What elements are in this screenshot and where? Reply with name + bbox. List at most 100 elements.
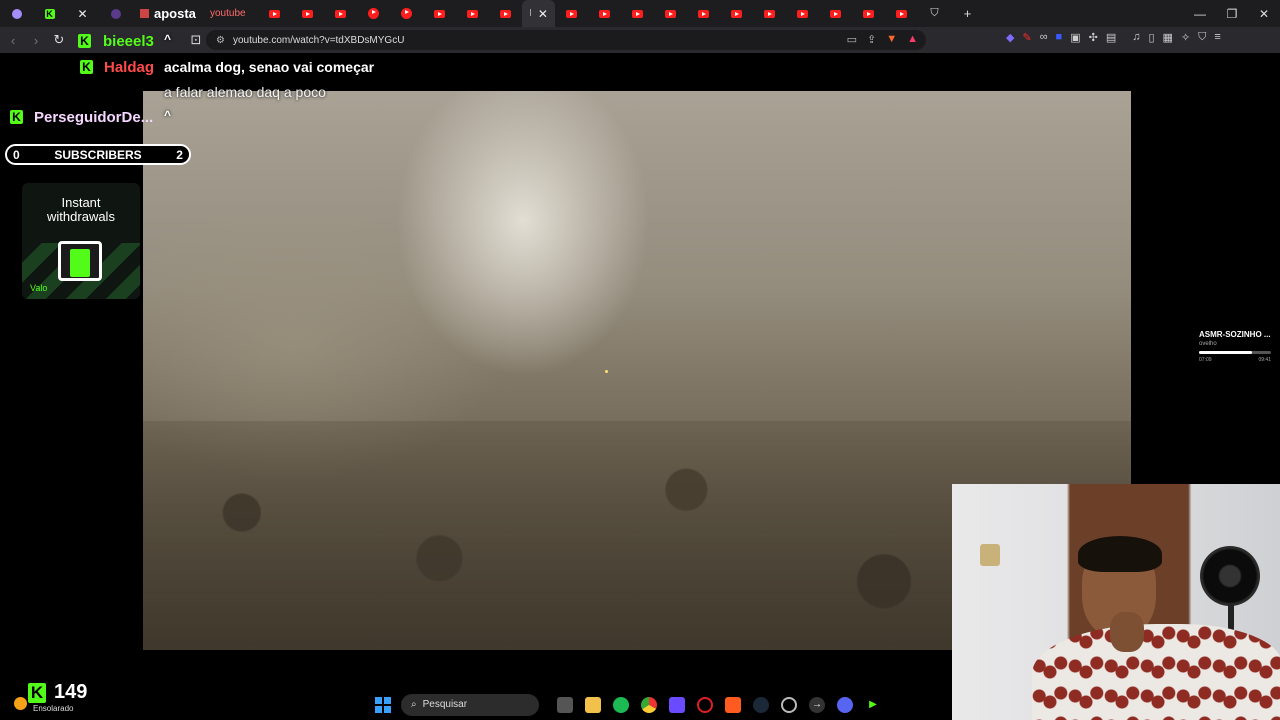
x-logo-icon: ✕ (77, 6, 88, 21)
wallet-icon[interactable]: ▦ (1163, 31, 1173, 44)
tab-youtube[interactable] (885, 0, 918, 27)
viewer-count-widget: K 149 (28, 681, 87, 704)
youtube-icon (731, 9, 742, 18)
tab-youtube[interactable] (852, 0, 885, 27)
tab-youtube[interactable] (720, 0, 753, 27)
tab-youtube[interactable] (819, 0, 852, 27)
steam-icon[interactable] (753, 696, 769, 713)
search-placeholder: Pesquisar (422, 699, 468, 710)
youtube-icon (269, 9, 280, 18)
close-tab-icon[interactable]: ✕ (538, 7, 548, 21)
youtube-icon (764, 9, 775, 18)
tab-youtube[interactable] (291, 0, 324, 27)
forward-icon[interactable]: › (26, 30, 46, 50)
minimize-icon[interactable]: — (1184, 7, 1216, 21)
task-view-icon[interactable] (557, 696, 573, 713)
puzzle-icon[interactable]: ✣ (1089, 31, 1098, 44)
media-times: 07:09 09:41 (1199, 357, 1271, 363)
tab-youtube[interactable] (324, 0, 357, 27)
tab-youtube[interactable] (786, 0, 819, 27)
menu-icon[interactable]: ≡ (1214, 31, 1220, 44)
url-actions: ▭ ⇪ ▼ ▲ (847, 33, 918, 46)
youtube-icon (335, 9, 346, 18)
tab-youtube[interactable] (357, 0, 390, 27)
kick-icon: K (10, 110, 23, 124)
purple-app-icon (11, 8, 22, 19)
share-icon[interactable]: ⇪ (867, 33, 876, 46)
tab-kick[interactable]: K (33, 0, 66, 27)
extension-icon[interactable]: ▤ (1106, 31, 1116, 44)
ad-badge: Valo (30, 283, 48, 293)
kick-app-icon[interactable]: ▶ (865, 697, 881, 713)
chrome-icon[interactable] (641, 696, 657, 713)
music-icon[interactable]: ♫ (1132, 31, 1140, 44)
tab-youtube[interactable] (621, 0, 654, 27)
tab-youtube[interactable] (753, 0, 786, 27)
tab-youtube[interactable] (456, 0, 489, 27)
youtube-icon (863, 9, 874, 18)
kick-icon: K (44, 8, 55, 19)
windows-start-icon[interactable] (375, 696, 391, 713)
file-explorer-icon[interactable] (585, 696, 601, 713)
tab-youtube[interactable] (687, 0, 720, 27)
site-info-icon[interactable]: ⚙ (216, 35, 225, 46)
reload-icon[interactable]: ↻ (49, 30, 69, 50)
leo-icon[interactable]: ✧ (1181, 31, 1190, 44)
tab-youtube[interactable] (555, 0, 588, 27)
tab-aposta[interactable]: aposta (132, 0, 202, 27)
extension-icon[interactable]: ◆ (1006, 31, 1014, 44)
settings-icon[interactable] (781, 696, 797, 713)
sidebar-icon[interactable]: ▯ (1148, 31, 1154, 44)
brave-shield-tab[interactable]: ⛉ (918, 0, 951, 27)
extension-icon[interactable]: ▣ (1070, 31, 1080, 44)
ad-headline-line: withdrawals (47, 209, 115, 224)
sponsor-ad-card: Instant withdrawals Valo (22, 183, 140, 299)
tab-1[interactable] (0, 0, 33, 27)
screen-cast-icon[interactable]: ▭ (847, 33, 857, 46)
tab-x[interactable]: ✕ (66, 0, 99, 27)
app-grid-icon[interactable] (669, 696, 685, 713)
tab-youtube[interactable] (654, 0, 687, 27)
bookmark-icon[interactable]: ⊡ (186, 30, 206, 50)
restore-icon[interactable]: ❐ (1216, 7, 1248, 21)
close-window-icon[interactable]: ✕ (1248, 7, 1280, 21)
subscriber-goal-start: 0 (13, 147, 20, 162)
tab-youtube[interactable] (588, 0, 621, 27)
media-progress-bar[interactable] (1199, 351, 1271, 354)
tab-title: aposta (154, 6, 196, 21)
brave-rewards-icon[interactable]: ▲ (907, 33, 918, 46)
spotify-icon[interactable] (613, 696, 629, 713)
extension-icon[interactable]: ✎ (1022, 31, 1031, 44)
taskbar-search[interactable]: ⌕ Pesquisar (401, 693, 539, 716)
tab-youtube-text[interactable]: youtube (202, 0, 258, 27)
streamer-hair (1078, 536, 1162, 572)
plus-icon: + (963, 6, 972, 21)
youtube-icon (368, 8, 379, 19)
extension-icon[interactable]: ∞ (1040, 31, 1048, 44)
media-title: ASMR-SOZINHO ... (1199, 330, 1271, 339)
arrow-app-icon[interactable]: → (809, 696, 825, 713)
url-field[interactable]: ⚙ youtube.com/watch?v=tdXBDsMYGcU ▭ ⇪ ▼ … (206, 30, 926, 50)
chat-message-line: acalma dog, senao vai começar (164, 59, 375, 75)
brave-icon[interactable] (725, 696, 741, 713)
tab-youtube[interactable] (390, 0, 423, 27)
tab-youtube[interactable] (489, 0, 522, 27)
new-tab-button[interactable]: + (951, 0, 984, 27)
discord-icon[interactable] (837, 696, 853, 713)
brave-shields-icon[interactable]: ▼ (886, 33, 897, 46)
tab-active[interactable]: I ✕ (522, 0, 555, 27)
opera-icon[interactable] (697, 696, 713, 713)
media-mini-player[interactable]: ASMR-SOZINHO ... ovelho 07:09 09:41 (1199, 330, 1277, 363)
tab-4[interactable] (99, 0, 132, 27)
shield-icon: ⛉ (930, 7, 939, 19)
webcam-overlay (952, 484, 1280, 720)
media-progress-fill (1199, 351, 1253, 354)
back-icon[interactable]: ‹ (3, 30, 23, 50)
chat-suffix: ^ (164, 32, 172, 46)
tab-youtube[interactable] (258, 0, 291, 27)
youtube-icon (698, 9, 709, 18)
extension-icon[interactable]: ■ (1056, 31, 1063, 44)
youtube-icon (665, 9, 676, 18)
vpn-icon[interactable]: ⛉ (1198, 31, 1206, 44)
tab-youtube[interactable] (423, 0, 456, 27)
